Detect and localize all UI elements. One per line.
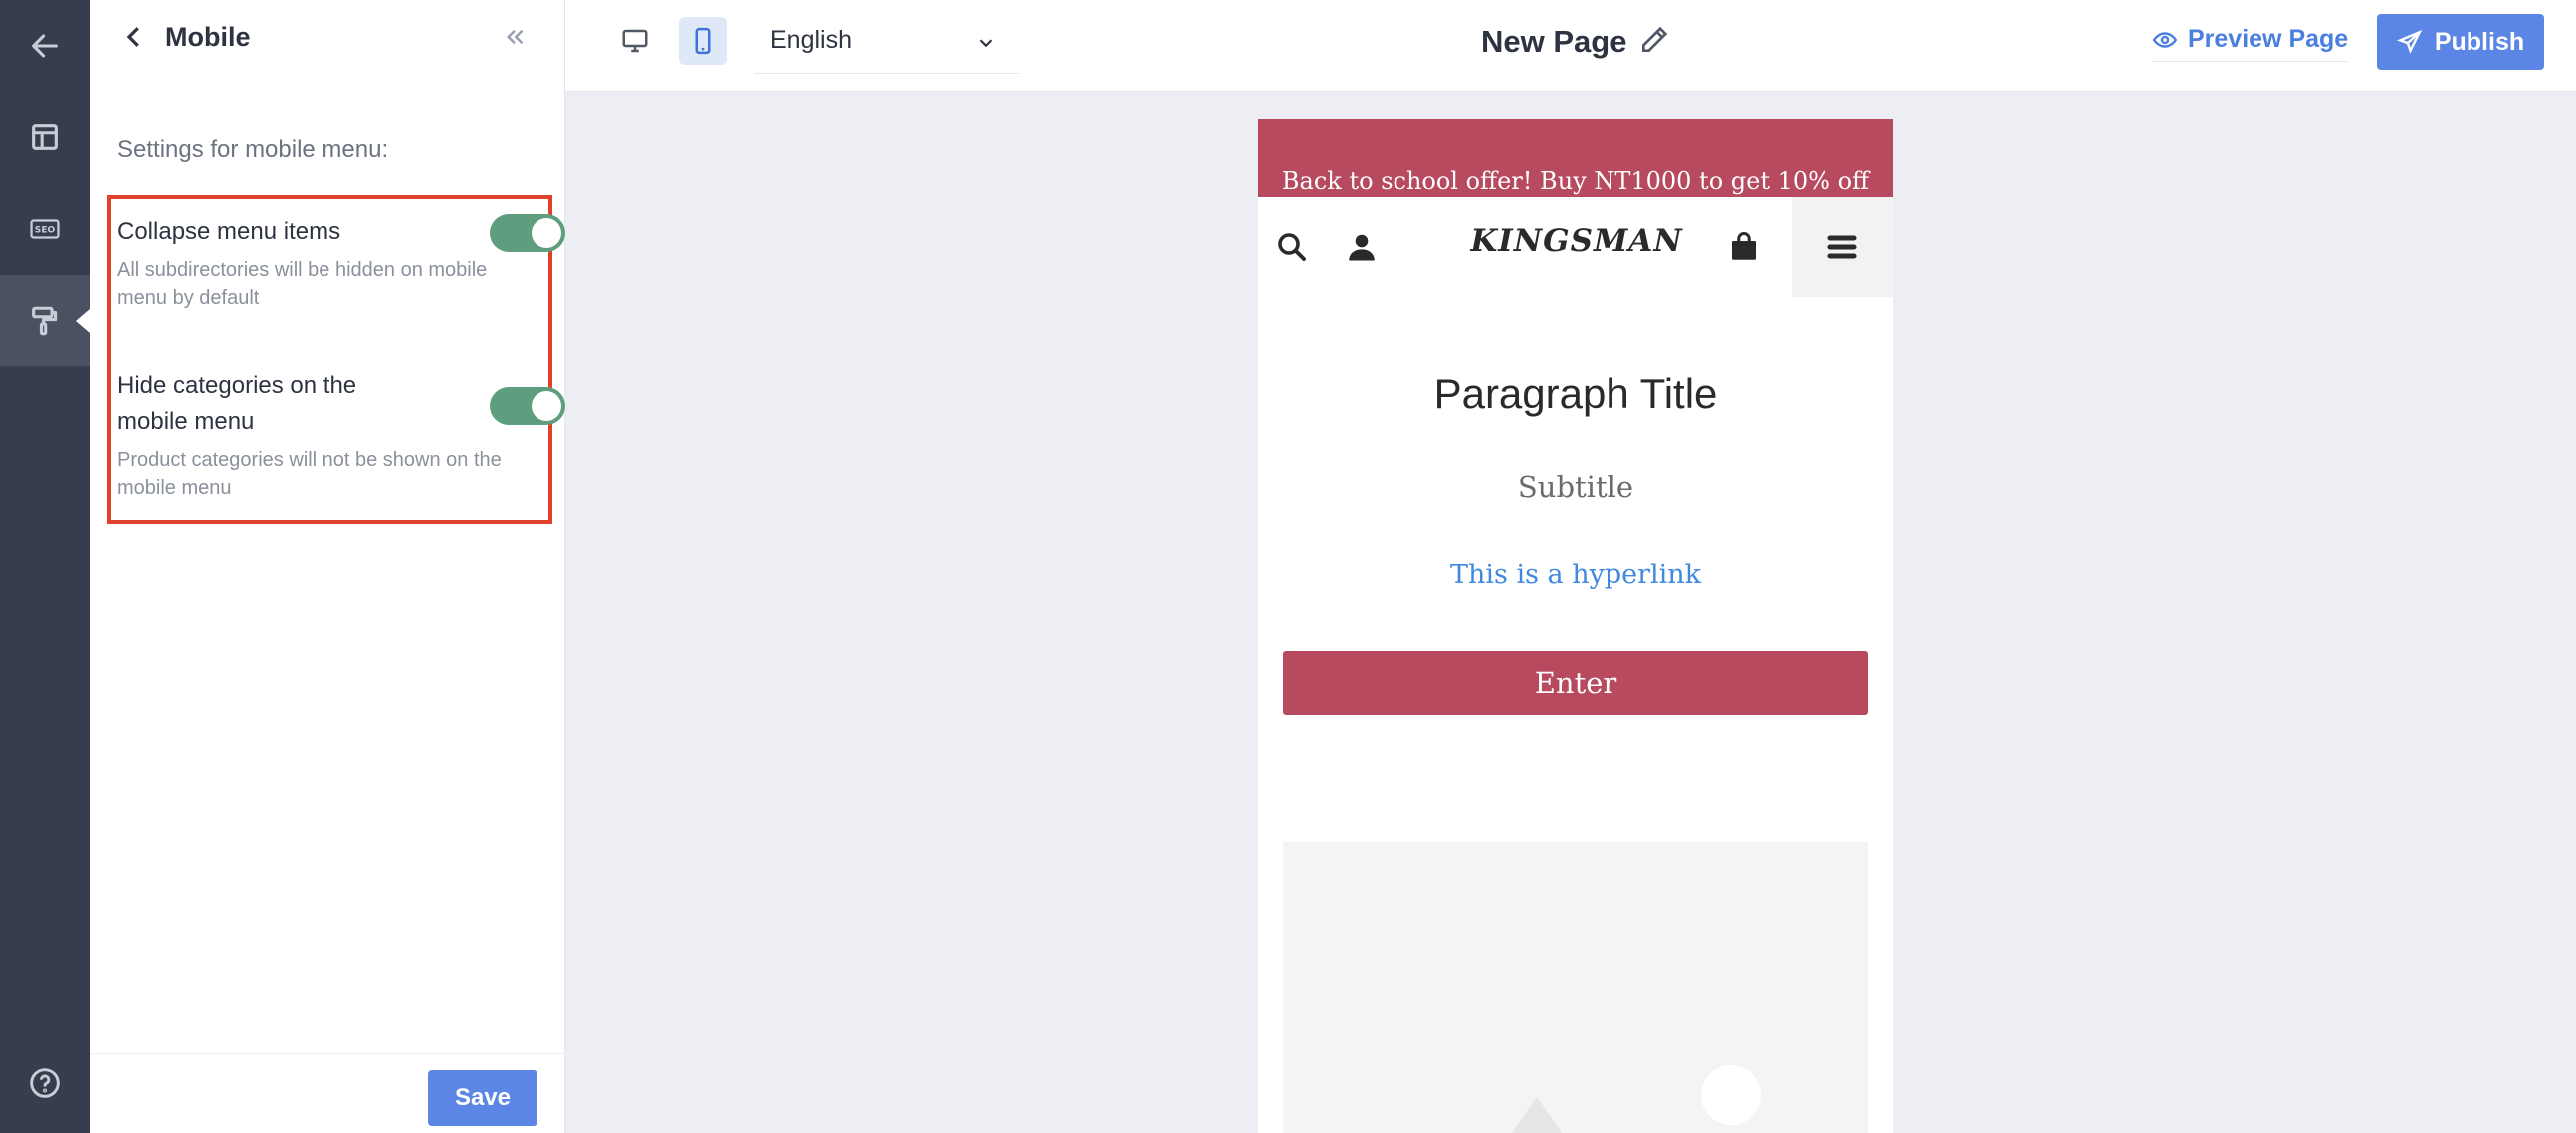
settings-panel: Mobile Settings for mobile menu: Collaps…: [90, 0, 565, 1133]
setting-description: All subdirectories will be hidden on mob…: [117, 259, 488, 309]
question-mark-icon: [30, 1068, 60, 1098]
design-button[interactable]: [0, 275, 90, 366]
settings-heading: Settings for mobile menu:: [117, 136, 389, 163]
seo-icon: SEO: [30, 219, 60, 239]
help-button[interactable]: [0, 1043, 90, 1123]
user-icon[interactable]: [1344, 229, 1380, 265]
preview-page-link[interactable]: Preview Page: [2152, 22, 2349, 62]
setting-title: Hide categories on the mobile menu: [117, 372, 357, 435]
seo-button[interactable]: SEO: [0, 183, 90, 275]
eye-icon: [2152, 31, 2178, 48]
icon-rail: SEO: [0, 0, 90, 1133]
setting-title: Collapse menu items: [117, 218, 341, 245]
chevron-left-icon: [126, 27, 139, 47]
svg-text:SEO: SEO: [35, 226, 56, 236]
mobile-view-button[interactable]: [679, 17, 727, 65]
promo-text: Back to school offer! Buy NT1000 to get …: [1281, 167, 1870, 195]
paragraph-title: Paragraph Title: [1433, 370, 1718, 417]
hide-categories-toggle[interactable]: [490, 387, 565, 425]
setting-description: Product categories will not be shown on …: [117, 449, 502, 499]
publish-label: Publish: [2434, 27, 2525, 56]
mobile-icon: [695, 27, 711, 55]
collapse-menu-toggle[interactable]: [490, 214, 565, 252]
paint-roller-icon: [32, 306, 58, 336]
desktop-view-button[interactable]: [611, 17, 659, 65]
panel-title: Mobile: [165, 22, 251, 52]
layout-icon: [32, 124, 58, 150]
desktop-icon: [622, 29, 648, 53]
panel-back-button[interactable]: [119, 22, 149, 52]
hamburger-menu-button[interactable]: [1792, 197, 1893, 297]
promo-banner: Back to school offer! Buy NT1000 to get …: [1258, 119, 1893, 197]
panel-footer: Save: [90, 1053, 565, 1133]
panel-header: Mobile: [90, 0, 565, 113]
chevron-down-icon: [975, 32, 997, 54]
paragraph-subtitle: Subtitle: [1517, 470, 1634, 504]
image-placeholder: [1283, 842, 1868, 1133]
store-header: KINGSMAN: [1258, 197, 1893, 297]
back-arrow-icon: [32, 34, 58, 58]
top-bar: English New Page Preview Page Publish: [565, 0, 2576, 92]
back-button[interactable]: [0, 0, 90, 92]
save-button[interactable]: Save: [428, 1070, 537, 1126]
pencil-icon: [1642, 26, 1668, 52]
enter-button[interactable]: Enter: [1283, 651, 1868, 715]
store-logo[interactable]: KINGSMAN: [1457, 223, 1696, 259]
search-icon[interactable]: [1274, 229, 1310, 265]
image-placeholder-icon: [1511, 1065, 1761, 1133]
publish-button[interactable]: Publish: [2377, 14, 2544, 70]
preview-canvas: Back to school offer! Buy NT1000 to get …: [565, 92, 2576, 1133]
preview-page-label: Preview Page: [2188, 25, 2349, 53]
hyperlink[interactable]: This is a hyperlink: [1258, 560, 1893, 590]
layout-button[interactable]: [0, 92, 90, 183]
toggle-knob: [532, 391, 561, 421]
double-chevron-left-icon: [506, 29, 524, 45]
collapse-panel-button[interactable]: [500, 22, 530, 52]
language-select[interactable]: English: [754, 14, 1019, 74]
shopping-bag-icon[interactable]: [1726, 229, 1762, 265]
page-title: New Page: [1481, 24, 1627, 59]
mobile-preview[interactable]: Back to school offer! Buy NT1000 to get …: [1258, 119, 1893, 1133]
edit-title-button[interactable]: [1638, 24, 1672, 58]
toggle-knob: [532, 218, 561, 248]
send-icon: [2396, 29, 2423, 54]
language-value: English: [770, 26, 852, 54]
hamburger-icon: [1827, 235, 1857, 259]
